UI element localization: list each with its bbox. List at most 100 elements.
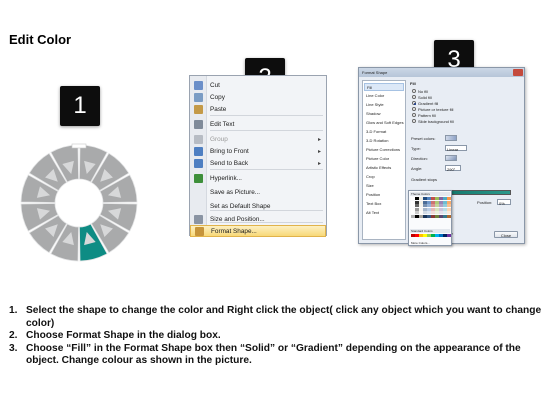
fill-section-title: Fill [410, 81, 416, 86]
standard-colors-header: Standard Colors [410, 229, 450, 233]
color-swatch[interactable] [419, 234, 423, 237]
menu-item-cut[interactable]: Cut [190, 79, 326, 91]
fill-radio-5[interactable] [412, 119, 416, 123]
category-crop[interactable]: Crop [364, 173, 404, 181]
menu-item-paste[interactable]: Paste [190, 103, 326, 115]
menu-separator [210, 169, 323, 170]
dialog-close-icon[interactable] [513, 69, 523, 76]
color-swatch[interactable] [443, 214, 447, 218]
menu-item-label: Send to Back [210, 159, 249, 167]
fill-option-label: Slide background fill [418, 119, 454, 124]
menu-item-group[interactable]: Group ▸ [190, 133, 326, 145]
color-swatch[interactable] [443, 234, 447, 237]
angle-input[interactable]: 290° [445, 165, 461, 172]
color-swatch[interactable] [431, 234, 435, 237]
fill-option-label: No fill [418, 89, 429, 94]
color-swatch[interactable] [423, 234, 427, 237]
standard-colors-grid [411, 234, 451, 237]
selection-handle[interactable] [71, 143, 87, 149]
menu-item-format-shape[interactable]: Format Shape... [190, 225, 326, 237]
more-colors-link[interactable]: More Colors... [411, 241, 430, 245]
color-swatch[interactable] [427, 234, 431, 237]
fill-radio-1[interactable] [412, 95, 416, 99]
color-palette-popup: Theme Colors Standard Colors More Colors… [408, 190, 452, 246]
category-text-box[interactable]: Text Box [364, 200, 404, 208]
fill-option-label: Picture or texture fill [418, 107, 454, 112]
bring-front-icon [194, 146, 203, 156]
menu-item-copy[interactable]: Copy [190, 91, 326, 103]
category-picture-corrections[interactable]: Picture Corrections [364, 146, 404, 154]
group-icon [194, 134, 203, 144]
fill-radio-0[interactable] [412, 89, 416, 93]
color-swatch[interactable] [411, 234, 415, 237]
menu-item-set-as-default-shape[interactable]: Set as Default Shape [190, 200, 326, 212]
category-fill[interactable]: Fill [364, 83, 404, 91]
fill-option-label: Solid fill [418, 95, 432, 100]
fill-radio-3[interactable] [412, 107, 416, 111]
submenu-arrow-icon: ▸ [317, 160, 321, 167]
menu-item-hyperlink[interactable]: Hyperlink... [190, 172, 326, 184]
color-swatch[interactable] [435, 214, 439, 218]
category-line-style[interactable]: Line Style [364, 101, 404, 109]
circular-arrows-diagram[interactable] [14, 138, 144, 268]
color-swatch[interactable] [447, 234, 451, 237]
theme-colors-header: Theme Colors [410, 192, 450, 196]
menu-separator [210, 115, 323, 116]
category-line-color[interactable]: Line Color [364, 92, 404, 100]
scissors-icon [194, 80, 203, 90]
color-swatch[interactable] [447, 214, 451, 218]
color-swatch[interactable] [439, 234, 443, 237]
category-artistic-effects[interactable]: Artistic Effects [364, 164, 404, 172]
menu-item-send-to-back[interactable]: Send to Back ▸ [190, 157, 326, 169]
category-3-d-rotation[interactable]: 3-D Rotation [364, 137, 404, 145]
fill-radio-2[interactable] [412, 101, 416, 105]
type-dropdown[interactable]: Linear [445, 145, 467, 152]
position-input[interactable]: 0% [497, 199, 511, 206]
theme-colors-grid [411, 197, 451, 218]
color-swatch[interactable] [431, 214, 435, 218]
category-size[interactable]: Size [364, 182, 404, 190]
copy-icon [194, 92, 203, 102]
ring-center [56, 180, 102, 226]
category-list: Fill Line Color Line Style Shadow Glow and S… [362, 80, 406, 240]
color-swatch[interactable] [419, 214, 423, 218]
color-swatch[interactable] [427, 214, 431, 218]
menu-item-save-as-picture[interactable]: Save as Picture... [190, 186, 326, 198]
category-position[interactable]: Position [364, 191, 404, 199]
menu-item-edit-text[interactable]: Edit Text [190, 118, 326, 130]
category-alt-text[interactable]: Alt Text [364, 209, 404, 217]
menu-item-label: Group [210, 135, 228, 143]
color-swatch[interactable] [415, 234, 419, 237]
page-title: Edit Color [9, 32, 72, 47]
color-swatch[interactable] [435, 234, 439, 237]
menu-item-label: Copy [210, 93, 225, 101]
category-picture-color[interactable]: Picture Color [364, 155, 404, 163]
fill-radio-4[interactable] [412, 113, 416, 117]
angle-label: Angle: [411, 166, 423, 171]
instructions-list: 1. Select the shape to change the color … [9, 305, 549, 368]
instruction-step-1: 1. Select the shape to change the color … [9, 305, 542, 329]
menu-item-size-and-position[interactable]: Size and Position... [190, 213, 326, 225]
preset-colors-label: Preset colors: [411, 136, 436, 141]
direction-label: Direction: [411, 156, 428, 161]
color-swatch[interactable] [411, 214, 415, 218]
color-swatch[interactable] [415, 214, 419, 218]
category-glow-and-soft-edges[interactable]: Glow and Soft Edges [364, 119, 404, 127]
submenu-arrow-icon: ▸ [317, 136, 321, 143]
direction-dropdown[interactable] [445, 155, 457, 161]
preset-colors-dropdown[interactable] [445, 135, 457, 141]
menu-item-label: Hyperlink... [210, 174, 242, 182]
category-shadow[interactable]: Shadow [364, 110, 404, 118]
position-label: Position: [477, 200, 493, 205]
send-back-icon [194, 158, 203, 168]
type-label: Type: [411, 146, 421, 151]
menu-item-bring-to-front[interactable]: Bring to Front ▸ [190, 145, 326, 157]
color-swatch[interactable] [423, 214, 427, 218]
color-swatch[interactable] [439, 214, 443, 218]
type-value: Linear [447, 146, 459, 152]
gradient-stops-label: Gradient stops [411, 177, 438, 182]
category-3-d-format[interactable]: 3-D Format [364, 128, 404, 136]
paste-icon [194, 104, 203, 114]
format-shape-dialog: Format Shape Fill Line Color Line Style Sha… [358, 67, 525, 246]
close-button[interactable]: Close [494, 231, 518, 238]
